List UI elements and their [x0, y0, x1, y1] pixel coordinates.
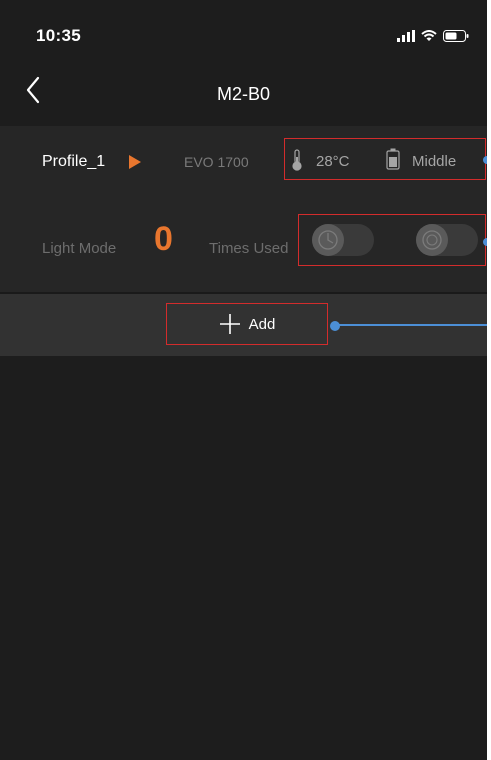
- toggle-switch-2[interactable]: [416, 224, 478, 256]
- light-mode-count: 0: [154, 220, 173, 258]
- signal-icon: [397, 30, 415, 42]
- page-title: M2-B0: [216, 84, 270, 104]
- device-model: EVO 1700: [184, 154, 249, 170]
- add-bar: Add: [0, 294, 487, 356]
- times-used-label: Times Used: [209, 240, 289, 257]
- thermometer-icon: [292, 149, 302, 171]
- page-margin: [487, 0, 491, 760]
- status-time: 10:35: [36, 26, 81, 45]
- battery-icon: [443, 30, 469, 42]
- status-bar: 10:35: [0, 0, 487, 70]
- add-label: Add: [248, 315, 276, 333]
- battery-level-icon: [386, 148, 400, 170]
- nav-bar: M2-B0: [0, 70, 487, 126]
- power-icon: [318, 230, 338, 250]
- profile-name: Profile_1: [42, 153, 106, 170]
- toggle-switch-1[interactable]: [312, 224, 374, 256]
- battery-level-value: Middle: [412, 153, 457, 170]
- profile-row: Profile_1 EVO 1700 28°C Middle: [0, 126, 487, 202]
- timer-icon: [422, 230, 442, 250]
- toggle-knob: [312, 224, 344, 256]
- callout-dot: [330, 321, 340, 331]
- callout-line: [334, 324, 487, 326]
- status-icons: [397, 28, 469, 44]
- toggle-knob: [416, 224, 448, 256]
- wifi-icon: [421, 30, 437, 41]
- usage-row: Light Mode 0 Times Used: [0, 210, 487, 286]
- app-screen: 10:35 M2-B0 Profile_1 EVO 1700 28°C Midd…: [0, 0, 487, 760]
- empty-content-area: [0, 356, 487, 760]
- play-icon[interactable]: [128, 154, 142, 170]
- light-mode-label: Light Mode: [42, 240, 117, 257]
- light-profile-card[interactable]: Profile_1 EVO 1700 28°C Middle Light Mod…: [0, 126, 487, 294]
- plus-icon: [219, 314, 240, 334]
- add-button[interactable]: Add: [166, 303, 328, 345]
- temperature-value: 28°C: [316, 153, 350, 170]
